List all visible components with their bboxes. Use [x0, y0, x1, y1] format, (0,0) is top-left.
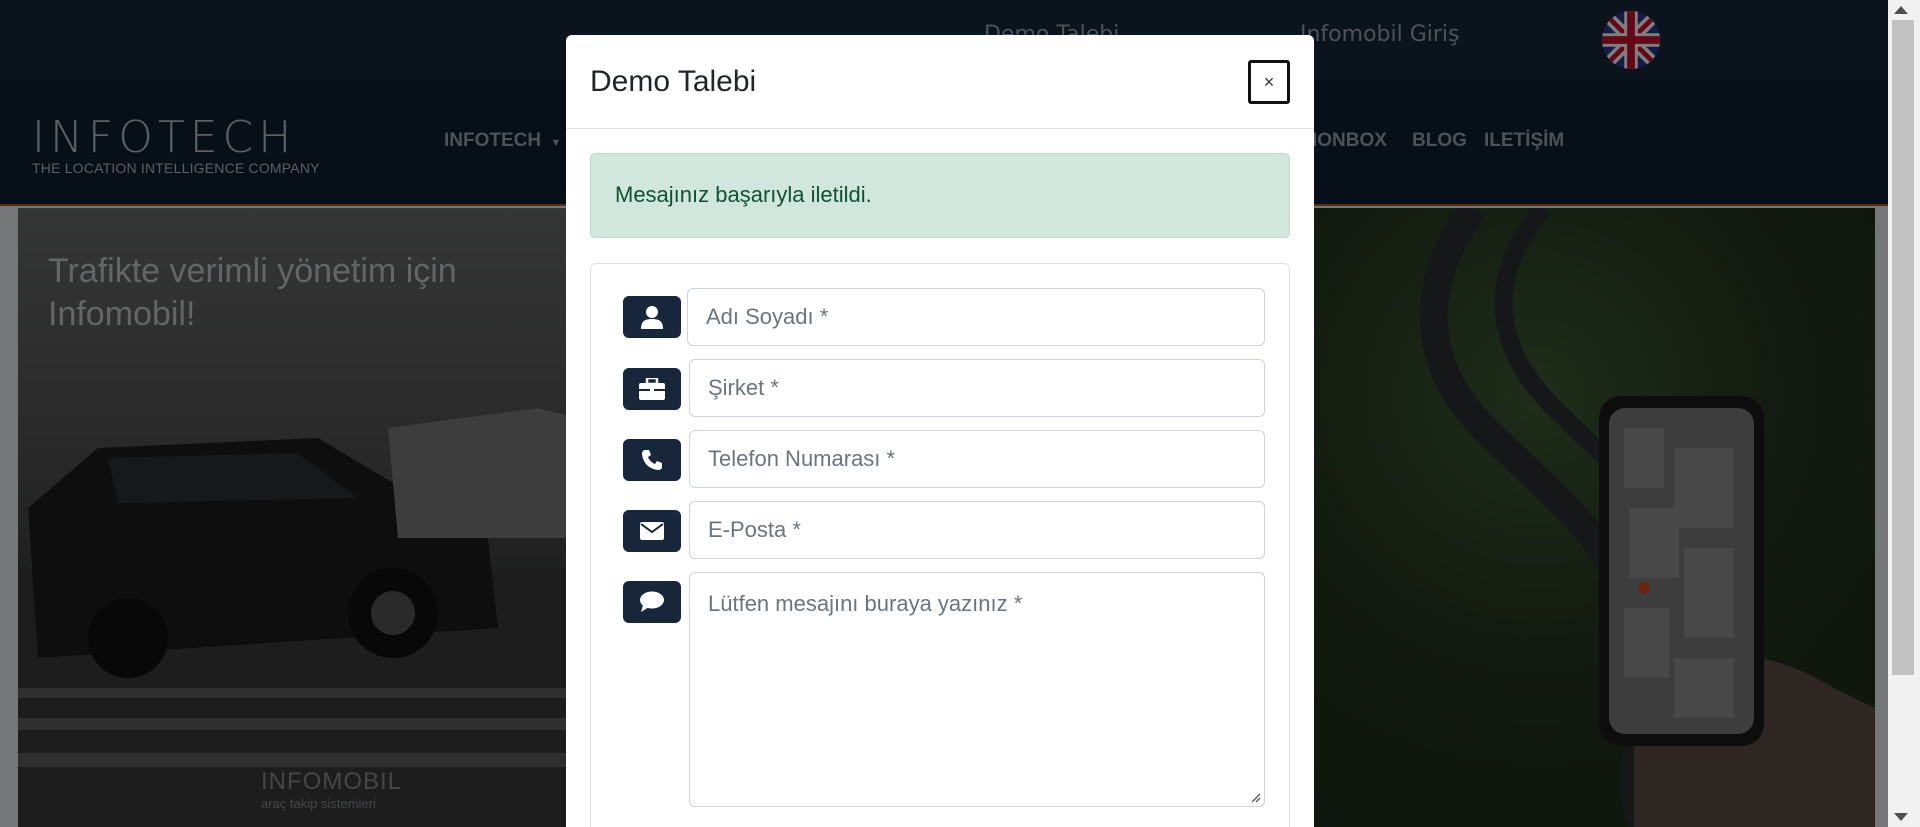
- briefcase-icon: [623, 368, 681, 410]
- name-field[interactable]: Adı Soyadı *: [687, 288, 1265, 346]
- page-scrollbar[interactable]: [1888, 0, 1920, 827]
- modal-header: Demo Talebi ×: [566, 35, 1314, 129]
- success-alert: Mesajınız başarıyla iletildi.: [590, 153, 1290, 238]
- scroll-down-arrow-icon[interactable]: [1894, 813, 1908, 821]
- phone-icon: [623, 439, 681, 481]
- comment-icon: [623, 581, 681, 623]
- name-field-placeholder: Adı Soyadı *: [706, 304, 829, 329]
- demo-request-form: Adı Soyadı * Şirket * Telefon Numarası *…: [590, 263, 1290, 827]
- email-field-placeholder: E-Posta *: [708, 517, 801, 542]
- phone-field[interactable]: Telefon Numarası *: [689, 430, 1265, 488]
- envelope-icon: [623, 510, 681, 552]
- scroll-up-arrow-icon[interactable]: [1894, 6, 1908, 14]
- demo-request-modal: Demo Talebi × Mesajınız başarıyla iletil…: [566, 35, 1314, 827]
- user-icon: [623, 296, 681, 338]
- phone-field-placeholder: Telefon Numarası *: [708, 446, 896, 471]
- company-field-placeholder: Şirket *: [708, 375, 779, 400]
- company-field[interactable]: Şirket *: [689, 359, 1265, 417]
- message-textarea[interactable]: Lütfen mesajını buraya yazınız *: [689, 572, 1265, 807]
- modal-title: Demo Talebi: [590, 65, 757, 98]
- scrollbar-thumb[interactable]: [1892, 20, 1914, 675]
- email-field[interactable]: E-Posta *: [689, 501, 1265, 559]
- message-textarea-placeholder: Lütfen mesajını buraya yazınız *: [708, 591, 1023, 616]
- close-button[interactable]: ×: [1248, 60, 1290, 104]
- resize-handle-icon[interactable]: [1249, 791, 1261, 803]
